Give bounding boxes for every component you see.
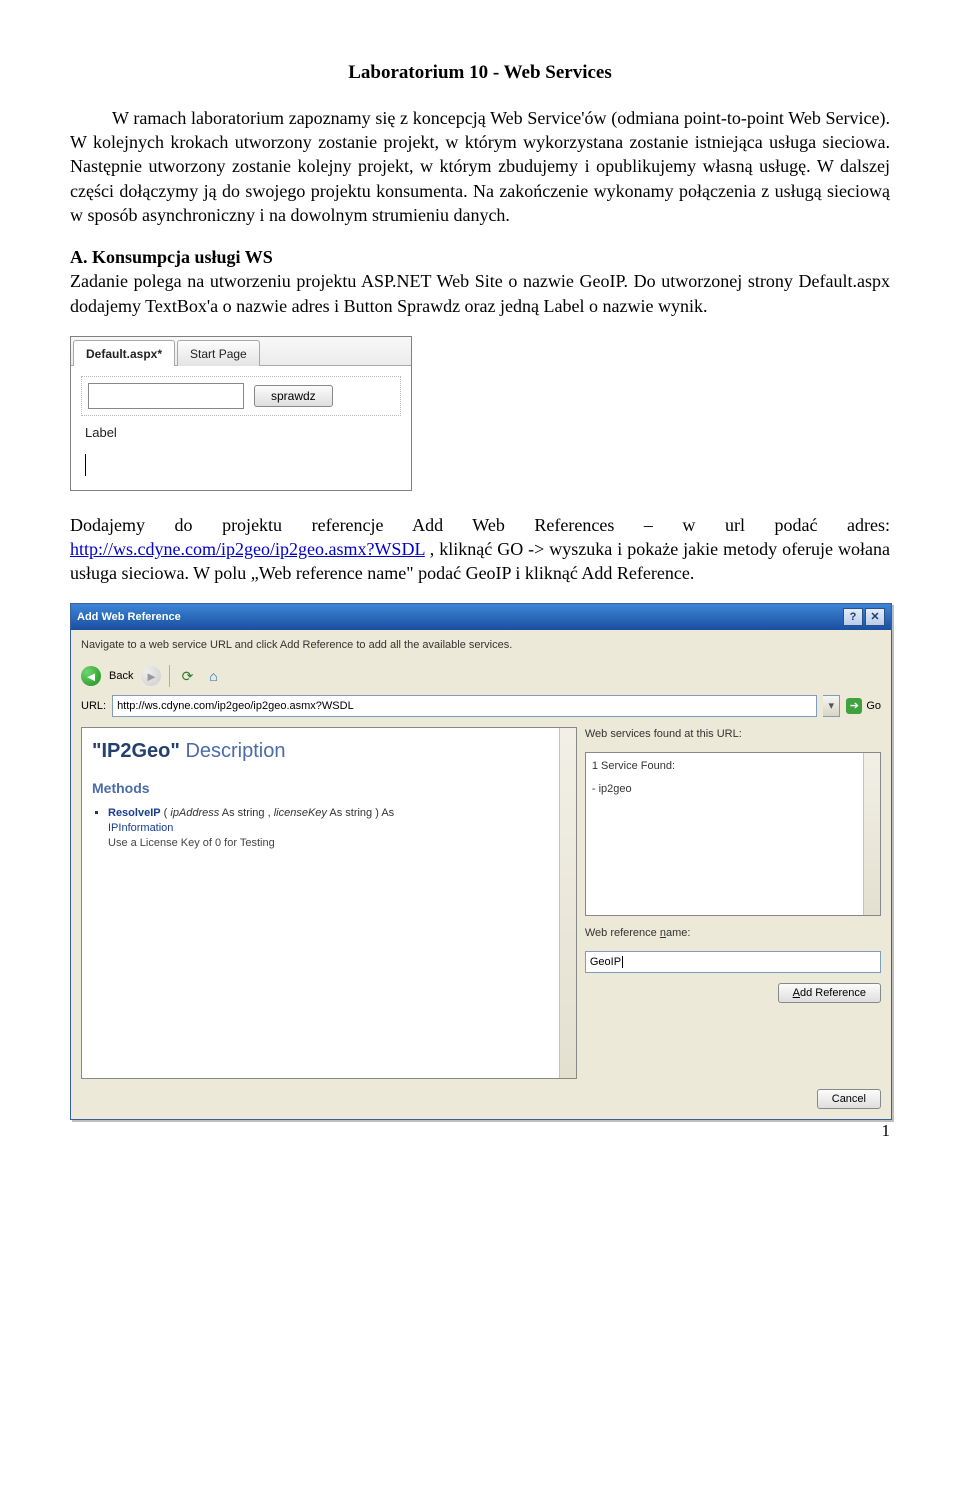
forward-icon: ► (141, 666, 161, 686)
text-cursor (85, 454, 86, 476)
add-reference-paragraph: Dodajemy do projektu referencje Add Web … (70, 513, 890, 586)
go-button[interactable]: ➔ Go (846, 698, 881, 714)
designer-screenshot: Default.aspx* Start Page sprawdz Label (70, 336, 412, 491)
refname-hotkey: n (660, 927, 666, 939)
reference-name-value: GeoIP (590, 955, 621, 970)
methods-heading: Methods (92, 779, 548, 798)
param-2: licenseKey (274, 807, 327, 819)
method-name[interactable]: ResolveIP (108, 807, 161, 819)
service-name: "IP2Geo" (92, 740, 185, 762)
service-title: "IP2Geo" Description (92, 738, 548, 765)
back-label[interactable]: Back (109, 669, 133, 684)
wsdl-link[interactable]: http://ws.cdyne.com/ip2geo/ip2geo.asmx?W… (70, 539, 425, 559)
refresh-icon[interactable]: ⟳ (178, 667, 196, 685)
go-arrow-icon: ➔ (846, 698, 862, 714)
reference-name-input[interactable]: GeoIP (585, 951, 881, 973)
add-reference-button[interactable]: Add Reference (778, 983, 881, 1003)
services-found-list: 1 Service Found: - ip2geo (585, 752, 881, 916)
toolbar-separator (169, 665, 170, 687)
design-surface: sprawdz Label (71, 366, 411, 490)
dialog-nav-toolbar: ◄ Back ► ⟳ ⌂ (71, 661, 891, 695)
tab-start-page[interactable]: Start Page (177, 340, 260, 366)
services-count: 1 Service Found: (592, 759, 874, 774)
dialog-footer-buttons: Cancel (71, 1089, 891, 1119)
method-list: ResolveIP ( ipAddress As string , licens… (108, 806, 548, 851)
url-label: URL: (81, 699, 106, 714)
dialog-instructions: Navigate to a web service URL and click … (71, 630, 891, 661)
param-1: ipAddress (170, 807, 219, 819)
service-description-pane: "IP2Geo" Description Methods ResolveIP (… (81, 727, 577, 1079)
param-2-type: As string (327, 807, 372, 819)
dialog-right-pane: Web services found at this URL: 1 Servic… (585, 727, 881, 1079)
scrollbar[interactable] (559, 728, 576, 1078)
page-title: Laboratorium 10 - Web Services (70, 60, 890, 86)
adres-textbox[interactable] (88, 383, 244, 409)
param-1-type: As string (219, 807, 264, 819)
sprawdz-button[interactable]: sprawdz (254, 385, 333, 407)
sig-close: ) As (372, 807, 394, 819)
dialog-body: "IP2Geo" Description Methods ResolveIP (… (71, 727, 891, 1089)
found-label: Web services found at this URL: (585, 727, 881, 742)
method-item: ResolveIP ( ipAddress As string , licens… (108, 806, 548, 851)
help-icon[interactable]: ? (843, 608, 863, 626)
window-buttons: ? ✕ (843, 608, 885, 626)
return-type: IPInformation (108, 821, 548, 836)
back-icon[interactable]: ◄ (81, 666, 101, 686)
param-sep: , (265, 807, 274, 819)
tab-default-aspx[interactable]: Default.aspx* (73, 340, 175, 366)
url-value: http://ws.cdyne.com/ip2geo/ip2geo.asmx?W… (117, 699, 354, 714)
service-entry[interactable]: - ip2geo (592, 782, 874, 797)
dialog-titlebar: Add Web Reference ? ✕ (71, 604, 891, 630)
input-row: sprawdz (81, 376, 401, 416)
home-icon[interactable]: ⌂ (204, 667, 222, 685)
page-number: 1 (882, 1120, 891, 1143)
method-description: Use a License Key of 0 for Testing (108, 837, 275, 849)
dialog-title-text: Add Web Reference (77, 610, 181, 625)
para2-pre: Dodajemy do projektu referencje Add Web … (70, 515, 890, 535)
section-a-body: Zadanie polega na utworzeniu projektu AS… (70, 271, 890, 315)
text-cursor (622, 956, 623, 968)
refname-label: Web reference name: (585, 926, 881, 941)
url-input[interactable]: http://ws.cdyne.com/ip2geo/ip2geo.asmx?W… (112, 695, 817, 717)
url-row: URL: http://ws.cdyne.com/ip2geo/ip2geo.a… (71, 695, 891, 727)
url-dropdown-icon[interactable]: ▾ (823, 695, 840, 717)
go-label: Go (866, 699, 881, 714)
close-icon[interactable]: ✕ (865, 608, 885, 626)
tab-strip: Default.aspx* Start Page (71, 337, 411, 366)
sig-open: ( (161, 807, 171, 819)
add-web-reference-dialog: Add Web Reference ? ✕ Navigate to a web … (70, 603, 892, 1120)
wynik-label: Label (85, 424, 401, 442)
intro-paragraph: W ramach laboratorium zapoznamy się z ko… (70, 106, 890, 227)
cancel-button[interactable]: Cancel (817, 1089, 881, 1109)
section-a: A. Konsumpcja usługi WS Zadanie polega n… (70, 245, 890, 318)
section-a-head: A. Konsumpcja usługi WS (70, 247, 273, 267)
scrollbar[interactable] (863, 753, 880, 915)
service-title-suffix: Description (185, 740, 285, 762)
